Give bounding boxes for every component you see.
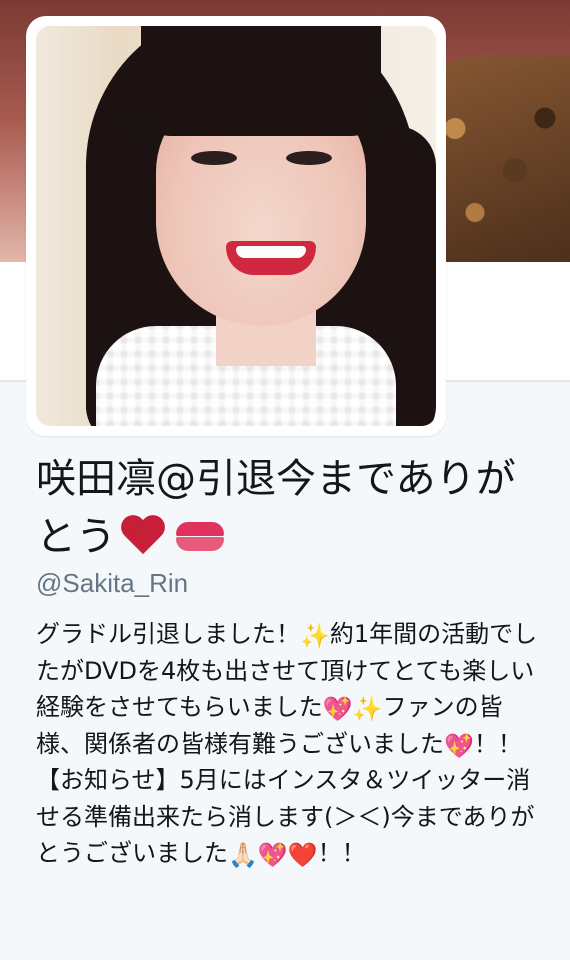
sparkles-icon: ✨ xyxy=(300,622,330,650)
bio-text-5: ！！ xyxy=(317,839,366,867)
red-heart-icon xyxy=(120,516,166,556)
folded-hands-icon: 🙏🏻 xyxy=(228,841,258,869)
sparkling-heart-icon: 💖 xyxy=(257,841,288,869)
avatar[interactable] xyxy=(36,26,436,426)
avatar-eye-left xyxy=(191,151,237,165)
sparkling-heart-icon: 💖 xyxy=(322,695,353,723)
profile-handle[interactable]: @Sakita_Rin xyxy=(36,568,188,599)
avatar-bangs xyxy=(141,26,381,136)
bio-text-1: グラドル引退しました！ xyxy=(36,620,300,648)
avatar-frame[interactable] xyxy=(26,16,446,436)
sparkles-icon: ✨ xyxy=(352,695,383,723)
avatar-teeth xyxy=(236,246,306,258)
kiss-mark-icon xyxy=(172,518,228,554)
sparkling-heart-icon: 💖 xyxy=(444,731,474,760)
red-heart-icon: ❤️ xyxy=(287,841,318,869)
display-name: 咲田凛@引退今までありがとう xyxy=(36,450,546,566)
display-name-text: 咲田凛@引退今までありがとう xyxy=(36,456,516,560)
profile-bio: グラドル引退しました！✨約1年間の活動でしたがDVDを4枚も出させて頂けてとても… xyxy=(36,616,546,872)
avatar-eye-right xyxy=(286,151,332,165)
